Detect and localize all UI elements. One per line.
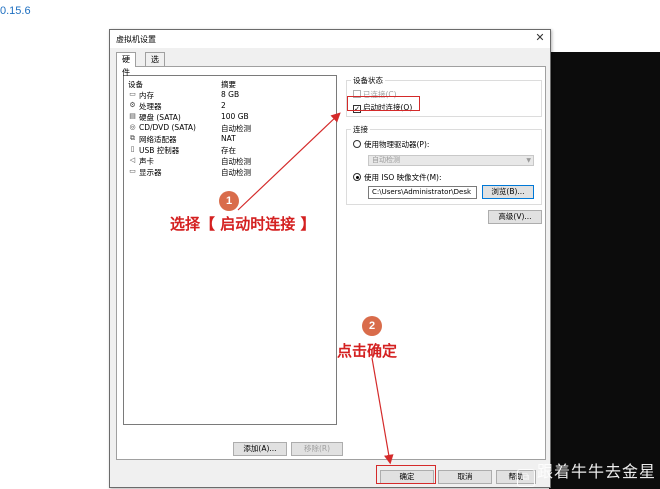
iso-label: 使用 ISO 映像文件(M): [364,173,442,182]
network-adapter-icon: ⧉ [130,134,135,142]
usb-icon: ▯ [130,145,135,153]
device-row-display[interactable]: ▭ 显示器 自动检测 [124,166,336,177]
device-summary: 自动检测 [221,168,251,177]
display-icon: ▭ [129,167,136,175]
radio-icon [353,140,361,148]
device-summary: 8 GB [221,90,240,99]
step-1-caption: 选择【 启动时连接 】 [170,215,316,233]
device-row-usb-controller[interactable]: ▯ USB 控制器 存在 [124,144,336,155]
device-summary: 100 GB [221,112,249,121]
remove-device-button[interactable]: 移除(R) [291,442,343,456]
step-1-badge: 1 [219,191,239,211]
step-2-caption: 点击确定 [337,342,398,360]
device-row-network-adapter[interactable]: ⧉ 网络适配器 NAT [124,133,336,144]
iso-path-field[interactable]: C:\Users\Administrator\Desk [368,186,477,199]
close-icon[interactable]: ✕ [533,31,547,45]
vm-settings-dialog: 虚拟机设置 ✕ 硬件 选项 设备 摘要 ▭ 内存 8 GB ⚙ 处理器 2 ▤ … [109,29,551,488]
add-device-button[interactable]: 添加(A)... [233,442,287,456]
dialog-title: 虚拟机设置 [116,35,156,44]
connection-group: 连接 使用物理驱动器(P): 自动检测 ▼ 使用 ISO 映像文件(M): C:… [346,124,542,205]
memory-icon: ▭ [129,90,136,98]
device-name: 显示器 [139,168,162,177]
browse-button[interactable]: 浏览(B)... [482,185,534,199]
cancel-button[interactable]: 取消 [438,470,492,484]
device-row-sound-card[interactable]: ◁ 声卡 自动检测 [124,155,336,166]
physical-drive-select[interactable]: 自动检测 ▼ [368,155,534,166]
device-row-hard-disk[interactable]: ▤ 硬盘 (SATA) 100 GB [124,111,336,122]
device-row-processor[interactable]: ⚙ 处理器 2 [124,100,336,111]
device-list[interactable]: 设备 摘要 ▭ 内存 8 GB ⚙ 处理器 2 ▤ 硬盘 (SATA) 100 … [123,75,337,425]
physical-drive-radio[interactable]: 使用物理驱动器(P): [353,139,429,150]
watermark: ⧉ 跟着牛牛去金星 [516,458,656,487]
watermark-text: 跟着牛牛去金星 [536,462,656,481]
hardware-panel: 设备 摘要 ▭ 内存 8 GB ⚙ 处理器 2 ▤ 硬盘 (SATA) 100 … [116,66,546,460]
device-name: CD/DVD (SATA) [139,123,196,132]
device-summary: NAT [221,134,236,143]
highlight-ok-button [376,465,436,484]
background-window [549,52,660,489]
iso-radio[interactable]: 使用 ISO 映像文件(M): [353,172,442,183]
version-text: 0.15.6 [0,5,31,17]
advanced-button[interactable]: 高级(V)... [488,210,542,224]
highlight-connect-at-power-on [347,96,420,111]
cd-dvd-icon: ◎ [129,123,136,131]
watermark-logo-icon: ⧉ [516,469,535,487]
chevron-down-icon: ▼ [526,157,531,164]
sound-card-icon: ◁ [129,156,136,164]
device-row-memory[interactable]: ▭ 内存 8 GB [124,89,336,100]
device-summary: 2 [221,101,226,110]
tab-hardware[interactable]: 硬件 [116,52,136,77]
physical-drive-label: 使用物理驱动器(P): [364,140,430,149]
hard-disk-icon: ▤ [129,112,136,120]
step-2-badge: 2 [362,316,382,336]
processor-icon: ⚙ [129,101,136,109]
physical-drive-value: 自动检测 [372,156,400,164]
connection-label: 连接 [351,124,370,135]
dialog-titlebar: 虚拟机设置 ✕ [110,30,550,48]
tab-options[interactable]: 选项 [145,52,165,77]
radio-selected-icon [353,173,361,181]
device-row-cd-dvd[interactable]: ◎ CD/DVD (SATA) 自动检测 [124,122,336,133]
device-status-label: 设备状态 [351,75,385,86]
